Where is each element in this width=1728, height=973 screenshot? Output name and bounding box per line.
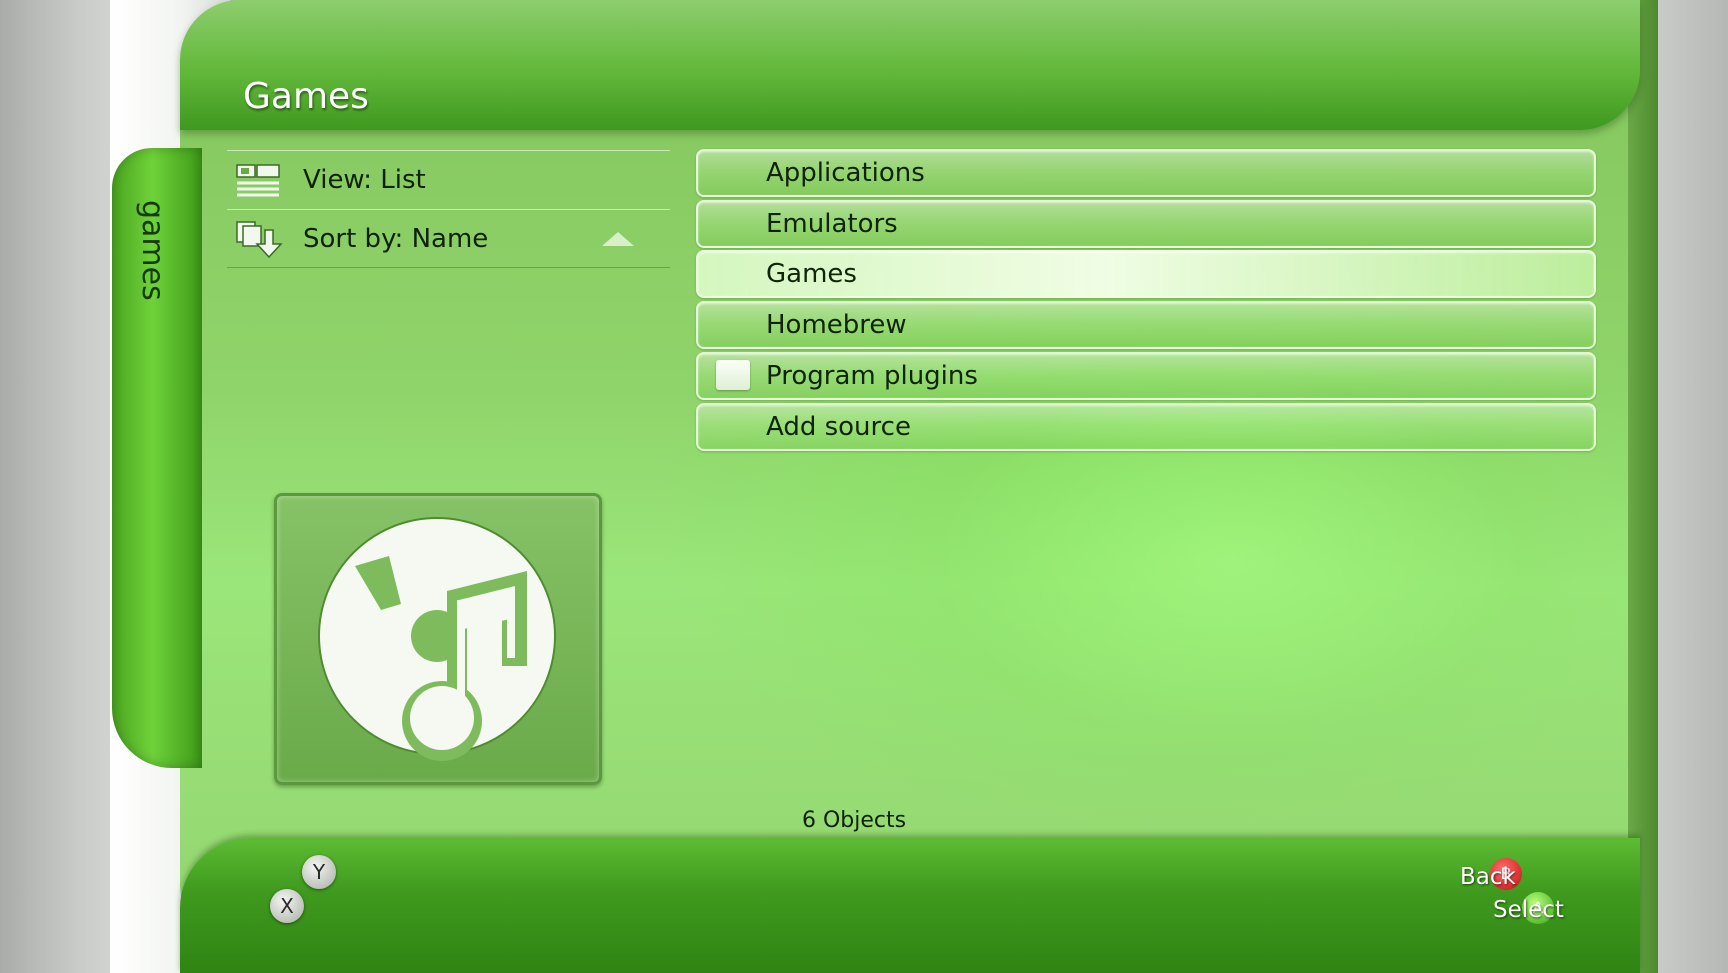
list-item-homebrew[interactable]: Homebrew [696,301,1596,349]
main-panel [180,0,1640,973]
list-item-applications[interactable]: Applications [696,149,1596,197]
list-item-label: Add source [766,412,911,442]
y-button-icon[interactable]: Y [302,855,336,889]
list-item-label: Program plugins [766,361,978,391]
select-label[interactable]: Select [1493,897,1564,923]
list-item-games[interactable]: Games [696,250,1596,298]
footer-bar [180,838,1640,973]
list-item-label: Emulators [766,209,898,239]
sort-ascending-icon [602,232,634,246]
folder-icon [716,360,750,390]
list-item-label: Games [766,259,857,289]
x-button-icon[interactable]: X [270,889,304,923]
list-item-add-source[interactable]: Add source [696,403,1596,451]
list-item-emulators[interactable]: Emulators [696,200,1596,248]
view-option[interactable]: View: List [227,150,670,208]
object-count: 6 Objects [802,808,907,833]
list-view-icon [236,164,280,197]
panel-edge [1628,0,1658,973]
side-tab-label: games [135,200,170,301]
header-bar [180,0,1640,130]
back-label[interactable]: Back [1460,864,1516,890]
sort-icon [236,221,283,258]
thumbnail-panel [274,493,602,785]
list-item-label: Applications [766,158,925,188]
sort-option-label: Sort by: Name [303,224,489,254]
page-title: Games [243,76,369,117]
music-disc-icon [318,517,556,761]
view-option-label: View: List [303,165,426,195]
list-item-program-plugins[interactable]: Program plugins [696,352,1596,400]
list-item-label: Homebrew [766,310,907,340]
sort-option[interactable]: Sort by: Name [227,209,670,268]
